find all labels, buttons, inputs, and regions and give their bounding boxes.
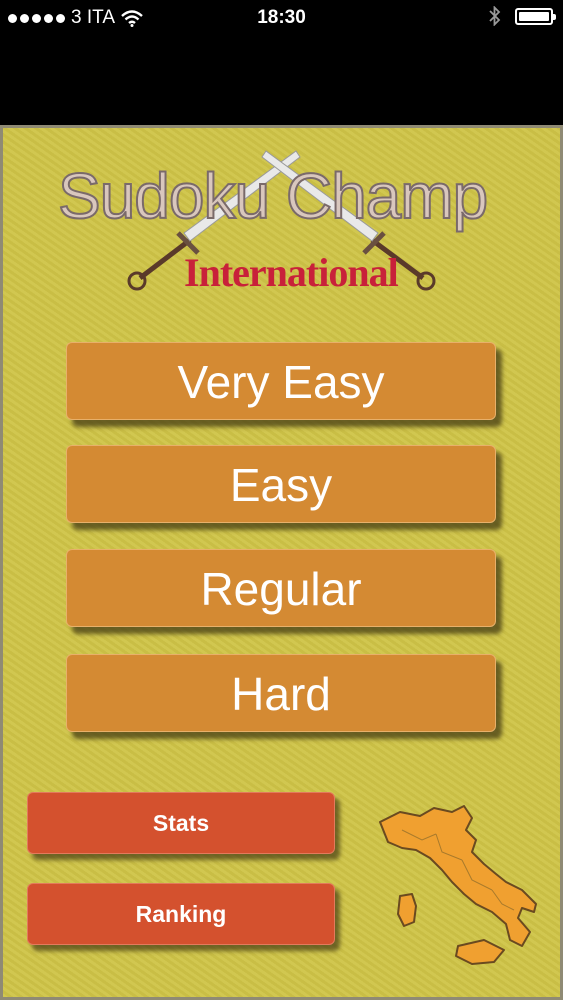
ranking-button[interactable]: Ranking <box>27 883 335 945</box>
logo-subtitle: International <box>184 250 399 295</box>
battery-fill <box>519 11 549 21</box>
status-right <box>489 6 556 26</box>
easy-button[interactable]: Easy <box>66 445 496 523</box>
stats-button[interactable]: Stats <box>27 792 335 854</box>
bluetooth-icon <box>489 6 501 26</box>
app-logo: Sudoku Champ International <box>0 145 563 305</box>
battery-icon <box>515 7 556 25</box>
logo-title: Sudoku Champ <box>57 159 489 233</box>
italy-map-icon[interactable] <box>372 800 547 970</box>
regular-button[interactable]: Regular <box>66 549 496 627</box>
app-screen: 3 ITA 18:30 Sudoku Champ International V… <box>0 0 563 1000</box>
status-bar: 3 ITA 18:30 <box>0 0 563 36</box>
status-time: 18:30 <box>257 7 306 28</box>
hard-button[interactable]: Hard <box>66 654 496 732</box>
very-easy-button[interactable]: Very Easy <box>66 342 496 420</box>
